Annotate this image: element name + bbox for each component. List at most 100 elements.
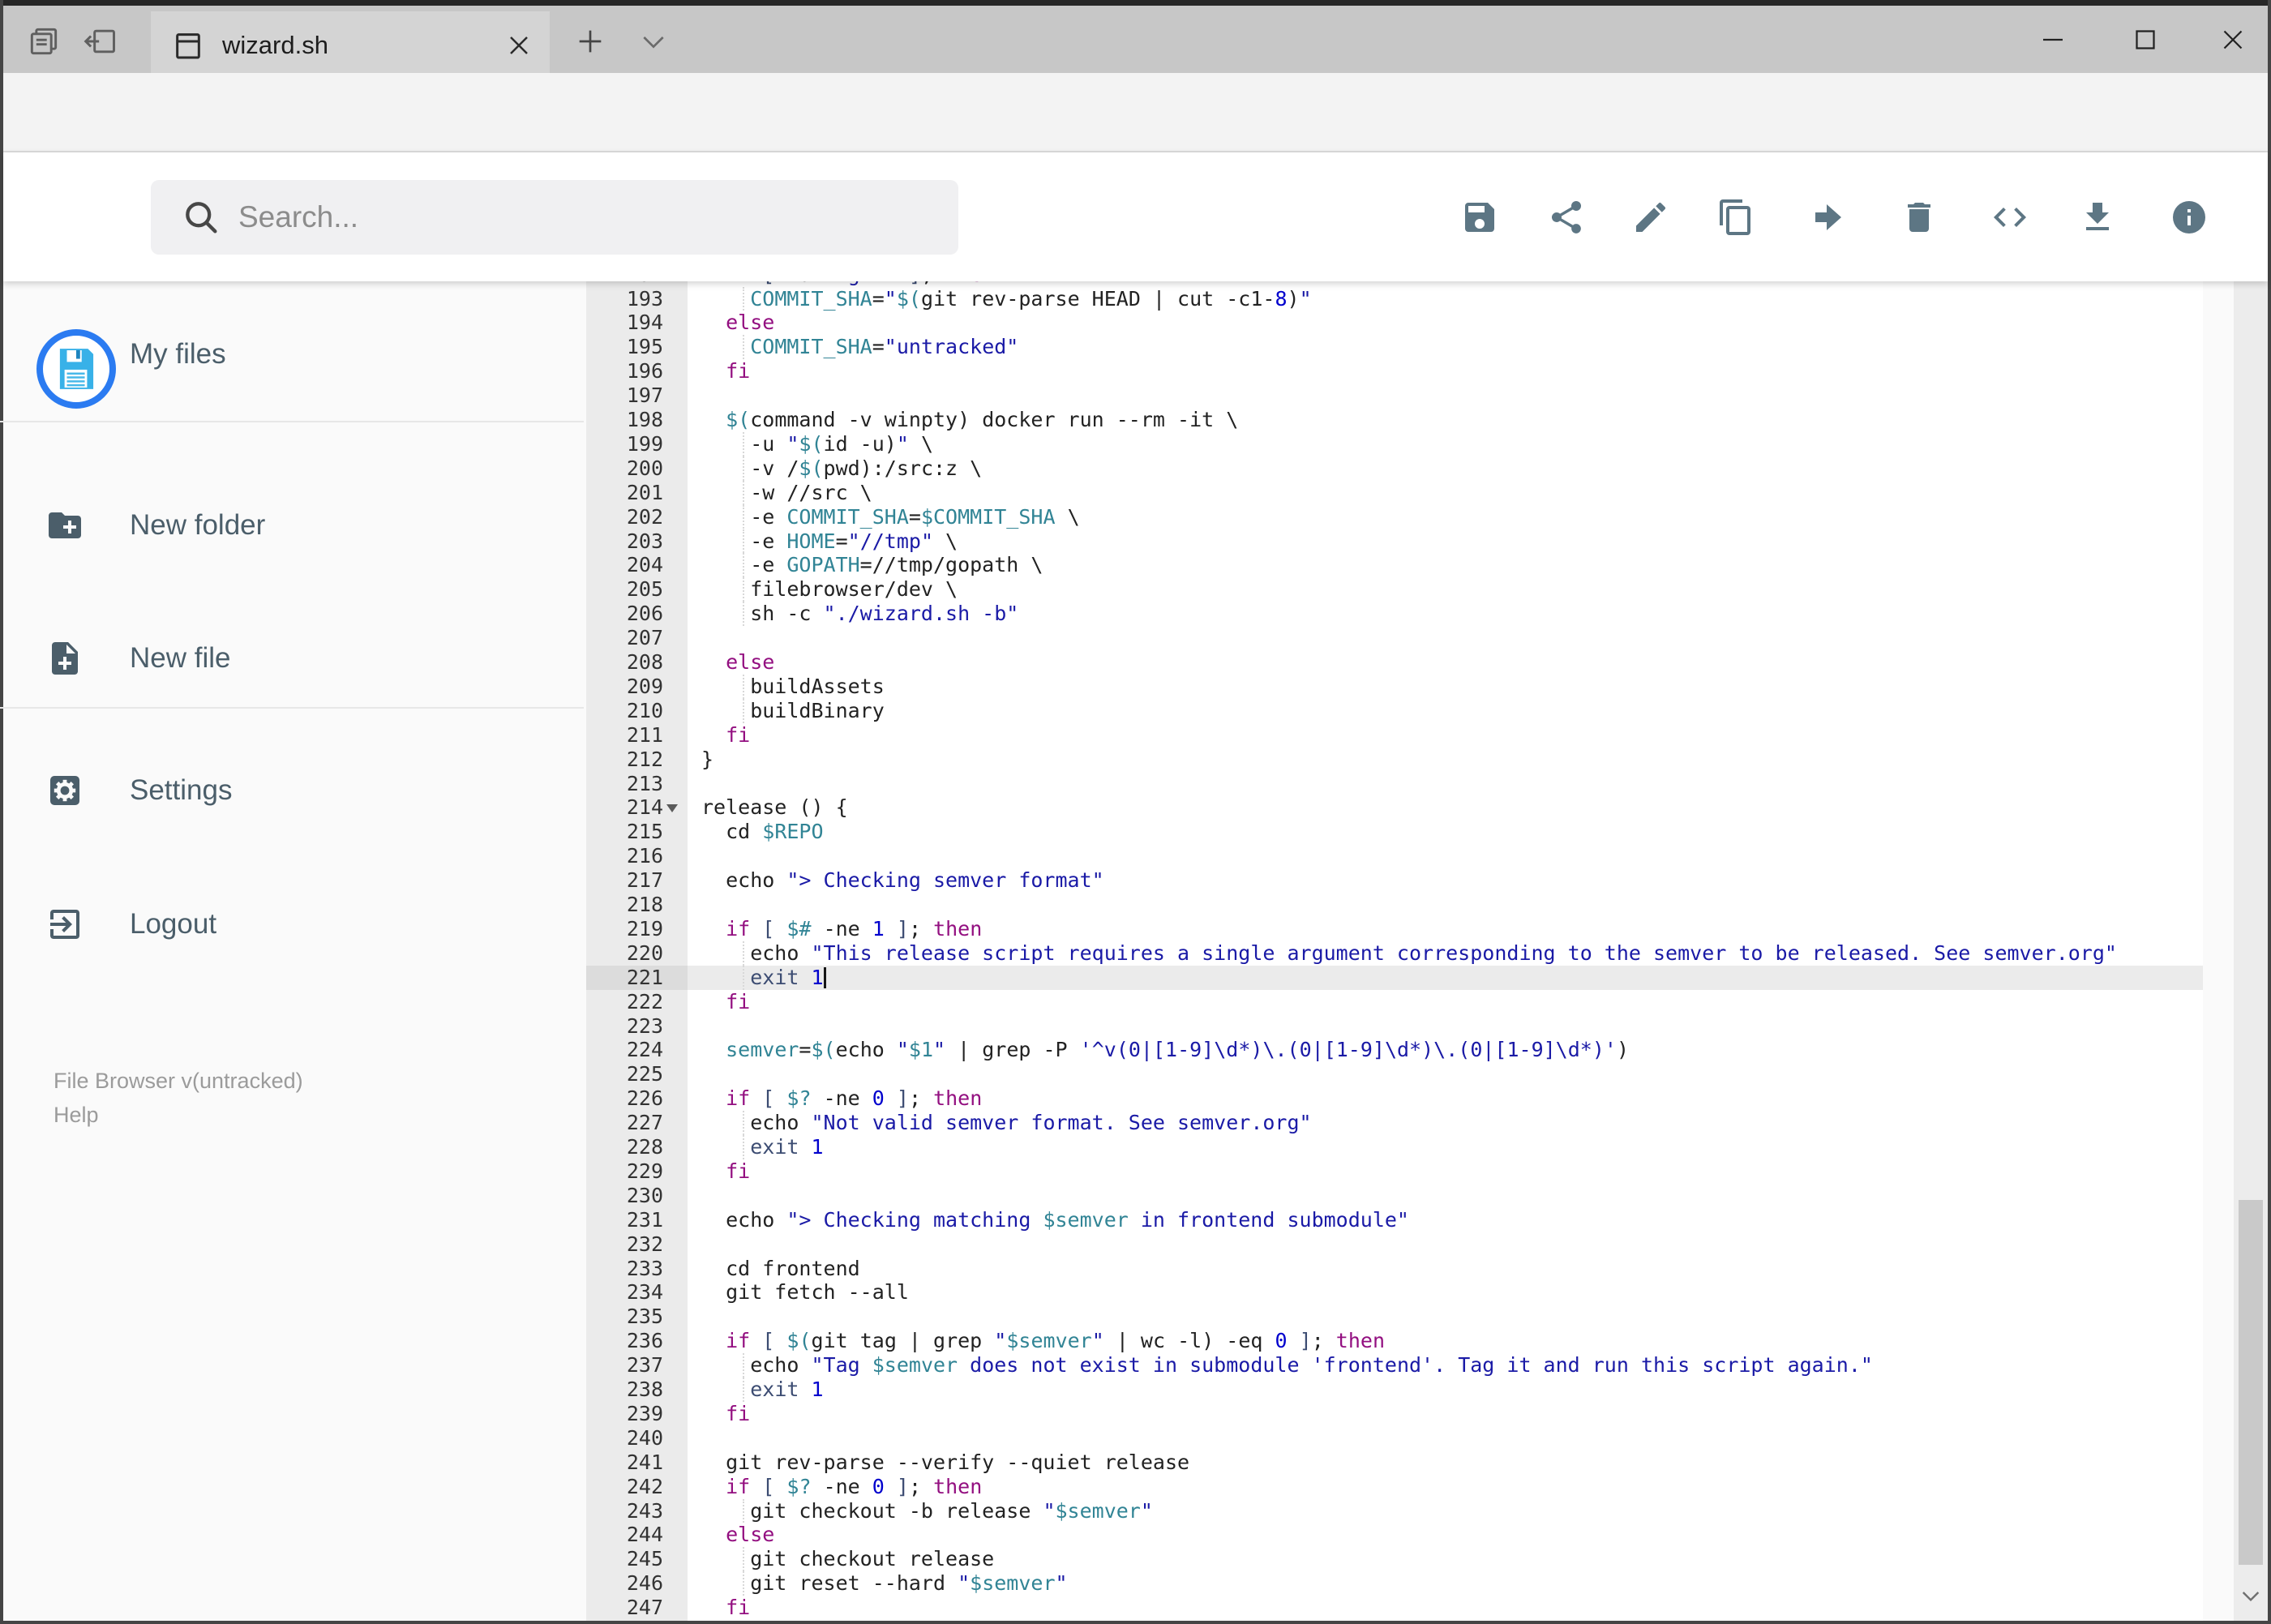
line-number: 199 bbox=[626, 431, 663, 456]
editor-line-220[interactable]: 220 echo "This release script requires a… bbox=[586, 941, 2234, 966]
file-browser-floppy-logo[interactable] bbox=[36, 329, 116, 409]
browser-tab-wizard-sh[interactable]: wizard.sh bbox=[151, 11, 550, 79]
editor-line-219[interactable]: 219 if [ $# -ne 1 ]; then bbox=[586, 917, 2234, 941]
editor-line-223[interactable]: 223 bbox=[586, 1014, 2234, 1039]
sidebar-item-new-file[interactable]: New file bbox=[24, 619, 551, 697]
edit-button[interactable] bbox=[1631, 198, 1670, 237]
editor-line-201[interactable]: 201 -w //src \ bbox=[586, 480, 2234, 505]
editor-line-221[interactable]: 221 exit 1 bbox=[586, 965, 2234, 990]
tab-close-icon[interactable] bbox=[503, 29, 535, 62]
download-button[interactable] bbox=[2078, 198, 2117, 237]
editor-line-247[interactable]: 247 fi bbox=[586, 1596, 2234, 1620]
sidebar-item-label: My files bbox=[130, 338, 226, 370]
editor-line-222[interactable]: 222 fi bbox=[586, 990, 2234, 1014]
tab-title: wizard.sh bbox=[222, 30, 328, 59]
editor-line-195[interactable]: 195 COMMIT_SHA="untracked" bbox=[586, 335, 2234, 360]
window-maximize-button[interactable] bbox=[2105, 15, 2186, 64]
editor-line-213[interactable]: 213 bbox=[586, 772, 2234, 796]
editor-line-202[interactable]: 202 -e COMMIT_SHA=$COMMIT_SHA \ bbox=[586, 504, 2234, 529]
tab-preview-icon[interactable] bbox=[26, 24, 62, 59]
search-input[interactable] bbox=[237, 199, 889, 235]
editor-line-229[interactable]: 229 fi bbox=[586, 1159, 2234, 1184]
editor-line-244[interactable]: 244 else bbox=[586, 1523, 2234, 1547]
code-text: buildAssets bbox=[701, 674, 885, 698]
editor-line-231[interactable]: 231 echo "> Checking matching $semver in… bbox=[586, 1208, 2234, 1232]
editor-line-207[interactable]: 207 bbox=[586, 626, 2234, 650]
editor-line-245[interactable]: 245 git checkout release bbox=[586, 1547, 2234, 1572]
editor-line-237[interactable]: 237 echo "Tag $semver does not exist in … bbox=[586, 1353, 2234, 1378]
editor-line-196[interactable]: 196 fi bbox=[586, 359, 2234, 384]
editor-line-206[interactable]: 206 sh -c "./wizard.sh -b" bbox=[586, 602, 2234, 627]
help-link[interactable]: Help bbox=[54, 1103, 99, 1128]
editor-line-238[interactable]: 238 exit 1 bbox=[586, 1378, 2234, 1402]
editor-line-200[interactable]: 200 -v /$(pwd):/src:z \ bbox=[586, 456, 2234, 481]
indent-guide bbox=[743, 1111, 744, 1135]
scroll-down-icon[interactable] bbox=[2238, 1583, 2264, 1609]
editor-line-224[interactable]: 224 semver=$(echo "$1" | grep -P '^v(0|[… bbox=[586, 1038, 2234, 1062]
editor-line-211[interactable]: 211 fi bbox=[586, 723, 2234, 748]
editor-line-203[interactable]: 203 -e HOME="//tmp" \ bbox=[586, 529, 2234, 554]
line-number: 211 bbox=[626, 722, 663, 747]
scrollbar-thumb[interactable] bbox=[2239, 1200, 2263, 1565]
editor-line-236[interactable]: 236 if [ $(git tag | grep "$semver" | wc… bbox=[586, 1329, 2234, 1353]
editor-line-230[interactable]: 230 bbox=[586, 1184, 2234, 1208]
editor-line-228[interactable]: 228 exit 1 bbox=[586, 1135, 2234, 1159]
code-editor[interactable]: 192 if [ -d ".git" ]; then193 COMMIT_SHA… bbox=[586, 281, 2234, 1621]
sidebar-item-settings[interactable]: Settings bbox=[24, 752, 551, 829]
editor-line-227[interactable]: 227 echo "Not valid semver format. See s… bbox=[586, 1111, 2234, 1135]
editor-line-212[interactable]: 212} bbox=[586, 748, 2234, 772]
editor-line-239[interactable]: 239 fi bbox=[586, 1402, 2234, 1426]
editor-line-246[interactable]: 246 git reset --hard "$semver" bbox=[586, 1571, 2234, 1596]
sidebar-item-logout[interactable]: Logout bbox=[24, 885, 551, 963]
indent-guide bbox=[743, 602, 744, 627]
editor-line-208[interactable]: 208 else bbox=[586, 650, 2234, 675]
editor-line-233[interactable]: 233 cd frontend bbox=[586, 1257, 2234, 1281]
editor-line-232[interactable]: 232 bbox=[586, 1232, 2234, 1257]
editor-line-235[interactable]: 235 bbox=[586, 1305, 2234, 1329]
info-button[interactable] bbox=[2170, 198, 2209, 237]
editor-line-204[interactable]: 204 -e GOPATH=//tmp/gopath \ bbox=[586, 553, 2234, 578]
editor-line-198[interactable]: 198 $(command -v winpty) docker run --rm… bbox=[586, 408, 2234, 432]
editor-line-242[interactable]: 242 if [ $? -ne 0 ]; then bbox=[586, 1475, 2234, 1499]
search-bar[interactable] bbox=[151, 180, 958, 255]
editor-line-209[interactable]: 209 buildAssets bbox=[586, 674, 2234, 699]
indent-guide bbox=[743, 504, 744, 529]
save-button[interactable] bbox=[1460, 198, 1499, 237]
sidebar-item-label: New file bbox=[130, 642, 231, 674]
window-minimize-button[interactable] bbox=[2012, 15, 2093, 64]
indent-guide bbox=[743, 431, 744, 456]
editor-line-243[interactable]: 243 git checkout -b release "$semver" bbox=[586, 1498, 2234, 1523]
sidebar-item-new-folder[interactable]: New folder bbox=[24, 486, 551, 564]
editor-line-193[interactable]: 193 COMMIT_SHA="$(git rev-parse HEAD | c… bbox=[586, 286, 2234, 311]
move-button[interactable] bbox=[1810, 198, 1849, 237]
share-button[interactable] bbox=[1547, 198, 1586, 237]
editor-line-210[interactable]: 210 buildBinary bbox=[586, 698, 2234, 723]
editor-line-241[interactable]: 241 git rev-parse --verify --quiet relea… bbox=[586, 1450, 2234, 1475]
editor-line-226[interactable]: 226 if [ $? -ne 0 ]; then bbox=[586, 1086, 2234, 1111]
code-button[interactable] bbox=[1990, 198, 2029, 237]
window-close-button[interactable] bbox=[2192, 15, 2271, 64]
line-number: 209 bbox=[626, 674, 663, 698]
indent-guide bbox=[743, 698, 744, 723]
editor-line-199[interactable]: 199 -u "$(id -u)" \ bbox=[586, 431, 2234, 456]
new-tab-icon[interactable] bbox=[574, 25, 606, 58]
editor-line-217[interactable]: 217 echo "> Checking semver format" bbox=[586, 868, 2234, 893]
set-tabs-aside-icon[interactable] bbox=[83, 24, 118, 59]
editor-line-194[interactable]: 194 else bbox=[586, 311, 2234, 335]
copy-button[interactable] bbox=[1716, 198, 1755, 237]
editor-line-215[interactable]: 215 cd $REPO bbox=[586, 820, 2234, 844]
page-scrollbar[interactable] bbox=[2234, 154, 2268, 1621]
fold-arrow-icon[interactable] bbox=[666, 804, 678, 818]
editor-line-197[interactable]: 197 bbox=[586, 384, 2234, 408]
editor-line-234[interactable]: 234 git fetch --all bbox=[586, 1280, 2234, 1305]
delete-button[interactable] bbox=[1900, 198, 1939, 237]
code-text: else bbox=[726, 650, 775, 674]
editor-line-225[interactable]: 225 bbox=[586, 1062, 2234, 1086]
editor-line-214[interactable]: 214 release () { bbox=[586, 795, 2234, 820]
editor-line-216[interactable]: 216 bbox=[586, 844, 2234, 868]
editor-line-205[interactable]: 205 filebrowser/dev \ bbox=[586, 577, 2234, 602]
editor-line-240[interactable]: 240 bbox=[586, 1426, 2234, 1450]
tab-dropdown-icon[interactable] bbox=[637, 25, 670, 58]
editor-line-218[interactable]: 218 bbox=[586, 893, 2234, 917]
